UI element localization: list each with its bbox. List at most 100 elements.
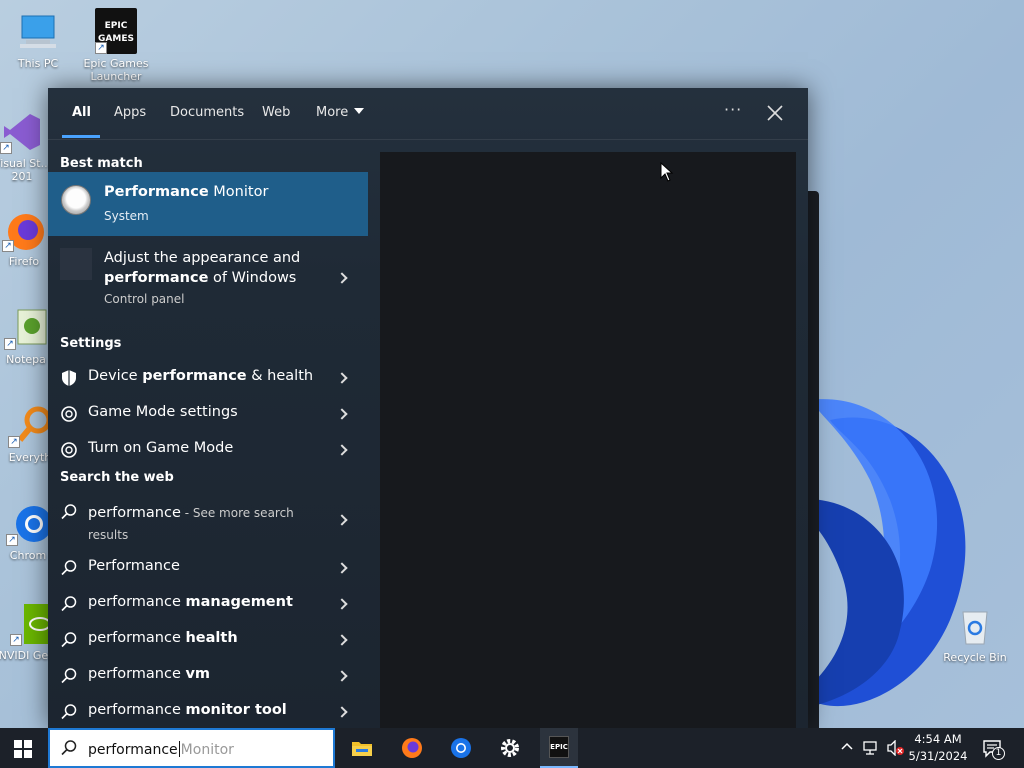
tab-all[interactable]: All: [72, 105, 91, 120]
search-web-heading: Search the web: [60, 470, 174, 485]
label-pre: performance: [88, 594, 186, 610]
label-bold: monitor tool: [185, 702, 287, 718]
web-result-label: Performance: [88, 558, 180, 574]
web-suffix: - See more search: [180, 506, 294, 520]
chevron-right-icon: [336, 598, 348, 610]
setting-device-performance[interactable]: Device performance & health: [48, 368, 368, 398]
windows-start-icon[interactable]: [14, 740, 32, 758]
web-result-label: performance monitor tool: [88, 702, 287, 718]
shortcut-arrow-icon: ↗: [10, 634, 22, 646]
desktop-icon-label: Everyth: [8, 451, 52, 464]
notification-center-button[interactable]: 1: [982, 738, 1005, 760]
network-icon[interactable]: [862, 740, 880, 760]
window-edge: [808, 191, 819, 728]
desktop-icon-label: This PC: [17, 57, 59, 70]
title-bold: Performance: [104, 184, 209, 200]
label-pre: Performance: [88, 558, 180, 574]
chrome-icon[interactable]: [449, 736, 473, 760]
label-post: & health: [246, 368, 314, 384]
label-pre: performance: [88, 702, 186, 718]
web-result-item[interactable]: performance vm: [48, 666, 368, 696]
chevron-right-icon: [336, 272, 348, 284]
desktop-icon-label: Epic Games Launcher: [83, 57, 149, 83]
chevron-right-icon: [336, 372, 348, 384]
shortcut-arrow-icon: ↗: [95, 42, 107, 54]
desktop-icon-epic-games[interactable]: EPIC GAMES ↗ Epic Games Launcher: [78, 8, 154, 83]
search-panel: All Apps Documents Web More ··· Best mat…: [48, 88, 808, 728]
system-clock[interactable]: 4:54 AM 5/31/2024: [908, 731, 968, 765]
best-match-subtitle: System: [104, 209, 149, 223]
title-rest: Monitor: [208, 184, 269, 200]
desktop-icon-label: Visual St... 201: [0, 157, 52, 183]
epic-games-logo-text: EPIC GAMES: [98, 21, 134, 44]
search-icon: [61, 504, 77, 520]
game-mode-icon: [61, 406, 77, 422]
desktop-icon-label: Chrom: [9, 549, 47, 562]
adjust-line1: Adjust the appearance and: [104, 250, 301, 266]
visual-studio-icon: ↗: [0, 110, 44, 154]
search-suggestion-text: Monitor: [180, 742, 234, 758]
best-match-title: Performance Monitor: [104, 184, 268, 200]
active-tab-indicator: [62, 135, 100, 138]
label-bold: management: [185, 594, 293, 610]
epic-games-taskbar-button[interactable]: EPIC: [540, 728, 578, 768]
search-icon: [61, 740, 77, 756]
web-result-item[interactable]: performance monitor tool: [48, 702, 368, 728]
search-text: performance Monitor: [88, 741, 234, 758]
result-adjust-appearance[interactable]: Adjust the appearance and performance of…: [48, 236, 368, 312]
firefox-icon: ↗: [2, 208, 46, 252]
web-result-label: performance vm: [88, 666, 210, 682]
web-result-item[interactable]: performance management: [48, 594, 368, 624]
chevron-right-icon: [336, 670, 348, 682]
web-result-label: performance - See more search results: [88, 502, 294, 546]
web-result-item[interactable]: Performance: [48, 558, 368, 588]
desktop-icon-recycle-bin[interactable]: Recycle Bin: [937, 604, 1013, 664]
recycle-bin-icon: [953, 604, 997, 648]
tab-apps[interactable]: Apps: [114, 105, 146, 120]
clock-time: 4:54 AM: [914, 732, 962, 746]
shortcut-arrow-icon: ↗: [4, 338, 16, 350]
tab-more-label: More: [316, 105, 349, 120]
performance-monitor-icon: [61, 185, 91, 215]
notepad-icon: ↗: [4, 306, 48, 350]
chevron-right-icon: [336, 706, 348, 718]
best-match-heading: Best match: [60, 156, 143, 171]
notification-count-badge: 1: [992, 747, 1005, 760]
setting-label: Device performance & health: [88, 368, 313, 384]
adjust-line2-rest: of Windows: [208, 270, 297, 286]
more-options-button[interactable]: ···: [724, 100, 742, 119]
shortcut-arrow-icon: ↗: [6, 534, 18, 546]
adjust-line2-bold: performance: [104, 270, 209, 286]
search-icon: [61, 704, 77, 720]
tab-web[interactable]: Web: [262, 105, 290, 120]
close-icon[interactable]: [764, 102, 786, 124]
file-explorer-icon[interactable]: [350, 736, 374, 760]
web-result-item[interactable]: performance health: [48, 630, 368, 660]
label-bold: health: [185, 630, 238, 646]
this-pc-icon: [16, 10, 60, 54]
taskbar-search-input[interactable]: performance Monitor: [48, 728, 335, 768]
results-list: Best match Performance Monitor System Ad…: [48, 140, 368, 728]
chevron-up-icon[interactable]: [840, 740, 854, 758]
web-result-see-more[interactable]: performance - See more search results: [48, 502, 368, 546]
firefox-icon[interactable]: [400, 736, 424, 760]
label-pre: Device: [88, 368, 143, 384]
settings-icon[interactable]: [498, 736, 522, 760]
shortcut-arrow-icon: ↗: [8, 436, 20, 448]
tab-more[interactable]: More: [316, 105, 365, 120]
label-bold: performance: [142, 368, 247, 384]
chevron-right-icon: [336, 634, 348, 646]
adjust-subtitle: Control panel: [104, 292, 185, 306]
shortcut-arrow-icon: ↗: [0, 142, 12, 154]
volume-muted-icon[interactable]: [886, 739, 906, 760]
tab-documents[interactable]: Documents: [170, 105, 244, 120]
web-query: performance: [88, 505, 181, 521]
chrome-icon: ↗: [6, 502, 52, 546]
desktop-icon-this-pc[interactable]: This PC: [0, 10, 76, 70]
setting-turn-on-game-mode[interactable]: Turn on Game Mode: [48, 440, 368, 470]
adjust-title: Adjust the appearance and performance of…: [104, 248, 300, 288]
search-icon: [61, 596, 77, 612]
web-result-label: performance management: [88, 594, 293, 610]
best-match-performance-monitor[interactable]: Performance Monitor System: [48, 172, 368, 236]
setting-game-mode-settings[interactable]: Game Mode settings: [48, 404, 368, 434]
